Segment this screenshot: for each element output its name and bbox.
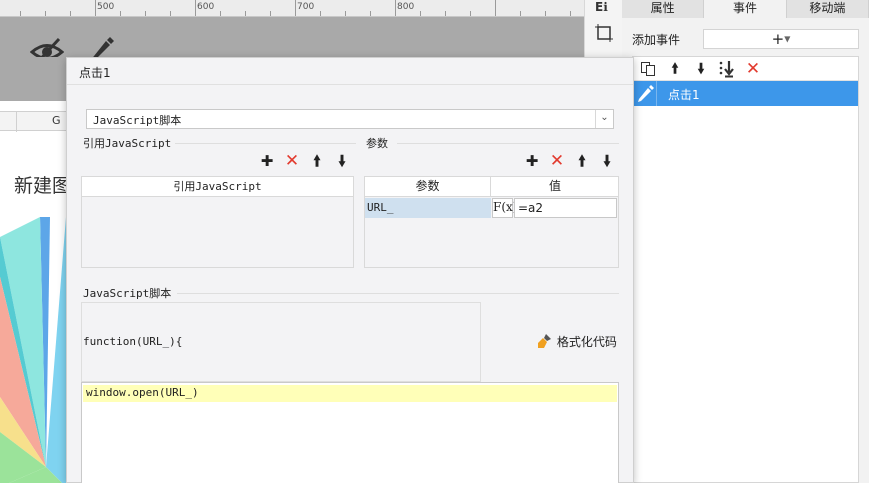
ruler-tick <box>520 11 521 16</box>
param-section-title: 参数 <box>366 137 388 150</box>
ruler-tick <box>245 11 246 16</box>
ruler-tick <box>195 0 196 16</box>
add-icon[interactable]: ✚ <box>523 152 541 170</box>
divider <box>397 143 619 144</box>
event-type-select[interactable]: JavaScript脚本 ⌄ <box>86 109 614 129</box>
ruler-label: 500 <box>97 2 115 12</box>
function-header-text: function(URL_){ <box>83 335 183 348</box>
code-editor[interactable]: window.open(URL_) <box>81 382 619 483</box>
script-section-title: JavaScript脚本 <box>83 287 172 300</box>
param-table: 参数 值 URL_ F(x) =a2 <box>364 176 619 268</box>
param-value-input[interactable]: =a2 <box>514 198 617 218</box>
ref-table-header: 引用JavaScript <box>82 177 353 197</box>
format-code-button[interactable]: 格式化代码 <box>537 333 617 350</box>
param-table-header: 参数 值 <box>365 177 618 197</box>
arrow-up-icon[interactable]: 🠙 <box>308 152 326 170</box>
ruler-tick <box>495 0 496 16</box>
table-row[interactable]: URL_ F(x) =a2 <box>365 198 618 218</box>
ruler-tick <box>345 11 346 16</box>
arrow-down-icon[interactable]: 🠛 <box>598 152 616 170</box>
value-column-header: 值 <box>548 179 561 193</box>
widget-toolbar <box>0 17 584 67</box>
ruler-tick <box>70 11 71 16</box>
ruler-tick <box>270 11 271 16</box>
add-event-button[interactable]: +▼ <box>703 29 859 49</box>
ruler-tick <box>545 11 546 16</box>
frame-icon[interactable] <box>595 24 613 45</box>
ruler-tick <box>95 0 96 16</box>
plus-icon: + <box>771 30 785 48</box>
event-list: 🠙 🠛 ✕ 点击1 <box>632 56 859 483</box>
ruler-tick <box>320 11 321 16</box>
column-header[interactable]: G <box>0 111 66 132</box>
delete-icon[interactable]: ✕ <box>743 59 763 79</box>
code-line-current[interactable]: window.open(URL_) <box>83 385 617 402</box>
dialog-title: 点击1 <box>79 66 111 80</box>
function-header-box: function(URL_){ <box>81 302 481 382</box>
format-code-label: 格式化代码 <box>556 335 617 349</box>
image-info-icon[interactable]: Eℹ <box>595 0 608 14</box>
arrow-down-icon[interactable]: 🠛 <box>691 59 711 79</box>
formula-icon[interactable]: F(x) <box>492 198 517 218</box>
event-type-value: JavaScript脚本 <box>93 114 182 127</box>
ruler-tick <box>20 11 21 16</box>
ref-section-title: 引用JavaScript <box>83 137 172 150</box>
properties-panel: 属性 事件 移动端 添加事件 +▼ 🠙 🠛 ✕ 点击1 <box>622 0 869 483</box>
divider <box>177 293 619 294</box>
chart-title: 新建图 <box>14 175 66 197</box>
code-line-text: window.open(URL_) <box>86 386 199 399</box>
ruler-label: 800 <box>397 2 415 12</box>
arrow-up-icon[interactable]: 🠙 <box>573 152 591 170</box>
broom-icon <box>538 334 551 348</box>
param-name-cell[interactable]: URL_ <box>365 198 491 218</box>
ruler-tick <box>570 11 571 16</box>
ruler-tick <box>395 0 396 16</box>
caret-down-icon: ▼ <box>784 34 791 44</box>
divider <box>175 143 356 144</box>
divider <box>67 84 633 85</box>
pie-chart-fragment <box>0 217 66 483</box>
tab-properties[interactable]: 属性 <box>622 0 705 18</box>
ruler-label: 600 <box>197 2 215 12</box>
add-event-label: 添加事件 <box>632 33 681 47</box>
ruler-tick <box>170 11 171 16</box>
ruler-tick <box>420 11 421 16</box>
copy-icon[interactable] <box>638 59 658 79</box>
ruler-tick <box>145 11 146 16</box>
ruler: 500 600 700 800 <box>0 0 584 17</box>
ruler-tick <box>445 11 446 16</box>
ruler-tick <box>120 11 121 16</box>
delete-icon[interactable]: ✕ <box>283 152 301 170</box>
ruler-tick <box>370 11 371 16</box>
edit-icon[interactable] <box>633 81 657 106</box>
column-divider <box>16 112 17 132</box>
chevron-down-icon[interactable]: ⌄ <box>595 110 613 128</box>
ruler-label: 700 <box>297 2 315 12</box>
arrow-down-icon[interactable]: 🠛 <box>333 152 351 170</box>
tab-mobile[interactable]: 移动端 <box>786 0 869 18</box>
canvas-area <box>0 57 66 101</box>
spreadsheet: G 新建图 <box>0 101 66 483</box>
event-item[interactable]: 点击1 <box>633 81 858 106</box>
ref-table[interactable]: 引用JavaScript <box>81 176 354 268</box>
add-icon[interactable]: ✚ <box>258 152 276 170</box>
tab-events[interactable]: 事件 <box>704 0 787 18</box>
event-item-label: 点击1 <box>668 88 700 102</box>
ruler-tick <box>295 0 296 16</box>
column-label: G <box>52 114 61 127</box>
event-dialog: 点击1 JavaScript脚本 ⌄ 引用JavaScript ✚ ✕ 🠙 🠛 … <box>66 57 634 483</box>
move-bottom-icon[interactable] <box>717 59 737 79</box>
event-list-toolbar: 🠙 🠛 ✕ <box>633 57 858 81</box>
panel-tabs: 属性 事件 移动端 <box>622 0 869 18</box>
delete-icon[interactable]: ✕ <box>548 152 566 170</box>
ruler-tick <box>470 11 471 16</box>
param-column-header: 参数 <box>365 177 491 196</box>
ruler-tick <box>220 11 221 16</box>
arrow-up-icon[interactable]: 🠙 <box>665 59 685 79</box>
ruler-tick <box>45 11 46 16</box>
